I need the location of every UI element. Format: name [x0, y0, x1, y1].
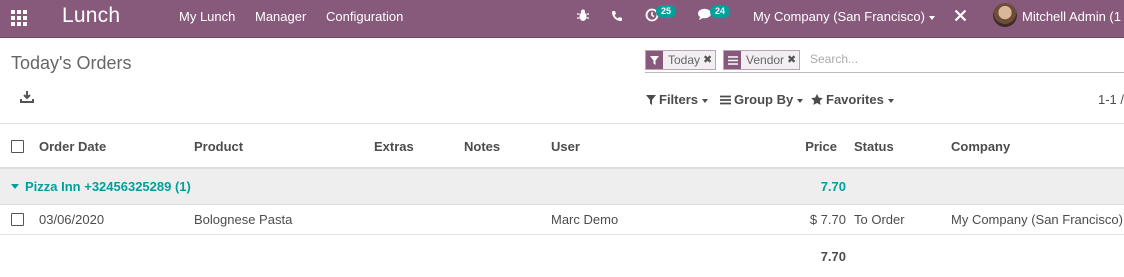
group-by-icon [720, 95, 731, 105]
debug-bug-icon[interactable] [577, 9, 589, 25]
column-header[interactable]: User [551, 139, 580, 154]
filter-icon [646, 51, 663, 69]
menu-my-lunch[interactable]: My Lunch [179, 9, 235, 24]
group-label: Pizza Inn +32456325289 (1) [11, 179, 191, 194]
phone-icon[interactable] [611, 9, 623, 25]
facet-label: Vendor [746, 53, 785, 67]
chevron-down-icon [887, 98, 894, 103]
column-header[interactable]: Order Date [39, 139, 106, 154]
search-input[interactable] [810, 52, 1110, 66]
download-icon[interactable] [20, 90, 34, 104]
column-header[interactable]: Extras [374, 139, 414, 154]
order-date: 03/06/2020 [39, 212, 105, 227]
apps-menu-icon[interactable] [11, 10, 29, 26]
group-total: 7.70 [820, 179, 846, 194]
facet-vendor[interactable]: Vendor ✖ [723, 50, 801, 70]
company: My Company (San Francisco) [951, 212, 1123, 227]
chevron-down-icon [928, 15, 935, 20]
select-all-checkbox[interactable] [11, 140, 24, 153]
column-header[interactable]: Price [790, 139, 837, 154]
table-header: Order Date Product Extras Notes User Pri… [0, 125, 1124, 169]
filters-dropdown[interactable]: Filters [646, 92, 709, 107]
menu-configuration[interactable]: Configuration [326, 9, 403, 24]
table-row[interactable]: 03/06/2020 Bolognese Pasta Marc Demo $ 7… [0, 205, 1124, 235]
remove-facet-icon[interactable]: ✖ [703, 51, 715, 69]
search-bar: Today ✖ Vendor ✖ [645, 49, 1124, 73]
group-by-icon [724, 51, 741, 69]
product: Bolognese Pasta [194, 212, 293, 227]
favorites-label: Favorites [826, 92, 884, 107]
user: Marc Demo [551, 212, 619, 227]
company-switcher[interactable]: My Company (San Francisco) [753, 9, 935, 24]
column-header[interactable]: Notes [464, 139, 500, 154]
chevron-down-icon [702, 98, 709, 103]
group-name: Pizza Inn +32456325289 (1) [25, 179, 191, 194]
control-panel: Today's Orders Today ✖ Vendor ✖ Filters … [0, 38, 1124, 124]
company-name: My Company (San Francisco) [753, 9, 925, 24]
groupby-dropdown[interactable]: Group By [720, 92, 804, 107]
status: To Order [854, 212, 905, 227]
tools-icon[interactable] [954, 9, 967, 25]
activity-count-badge: 25 [656, 5, 677, 18]
messages-count-badge: 24 [710, 5, 731, 18]
remove-facet-icon[interactable]: ✖ [787, 51, 799, 69]
page-title: Today's Orders [11, 53, 132, 73]
top-navbar: Lunch My Lunch Manager Configuration 25 … [0, 0, 1124, 38]
column-header[interactable]: Product [194, 139, 243, 154]
favorites-dropdown[interactable]: Favorites [811, 92, 894, 107]
caret-down-icon [11, 184, 19, 190]
price: $ 7.70 [809, 212, 846, 227]
chevron-down-icon [797, 98, 804, 103]
group-row[interactable]: Pizza Inn +32456325289 (1) 7.70 [0, 169, 1124, 205]
avatar[interactable] [993, 3, 1017, 27]
footer-total: 7.70 [820, 249, 846, 264]
table-footer: 7.70 [0, 235, 1124, 275]
column-header[interactable]: Company [951, 139, 1010, 154]
facet-today[interactable]: Today ✖ [645, 50, 717, 70]
row-checkbox[interactable] [11, 213, 24, 226]
app-title: Lunch [62, 4, 121, 27]
column-header[interactable]: Status [854, 139, 894, 154]
star-icon [811, 94, 823, 105]
pager-value[interactable]: 1-1 / [1098, 92, 1124, 107]
facet-label: Today [668, 53, 701, 67]
menu-manager[interactable]: Manager [255, 9, 306, 24]
user-name[interactable]: Mitchell Admin (1 [1022, 9, 1121, 24]
filter-icon [646, 95, 656, 105]
groupby-label: Group By [734, 92, 794, 107]
filters-label: Filters [659, 92, 699, 107]
